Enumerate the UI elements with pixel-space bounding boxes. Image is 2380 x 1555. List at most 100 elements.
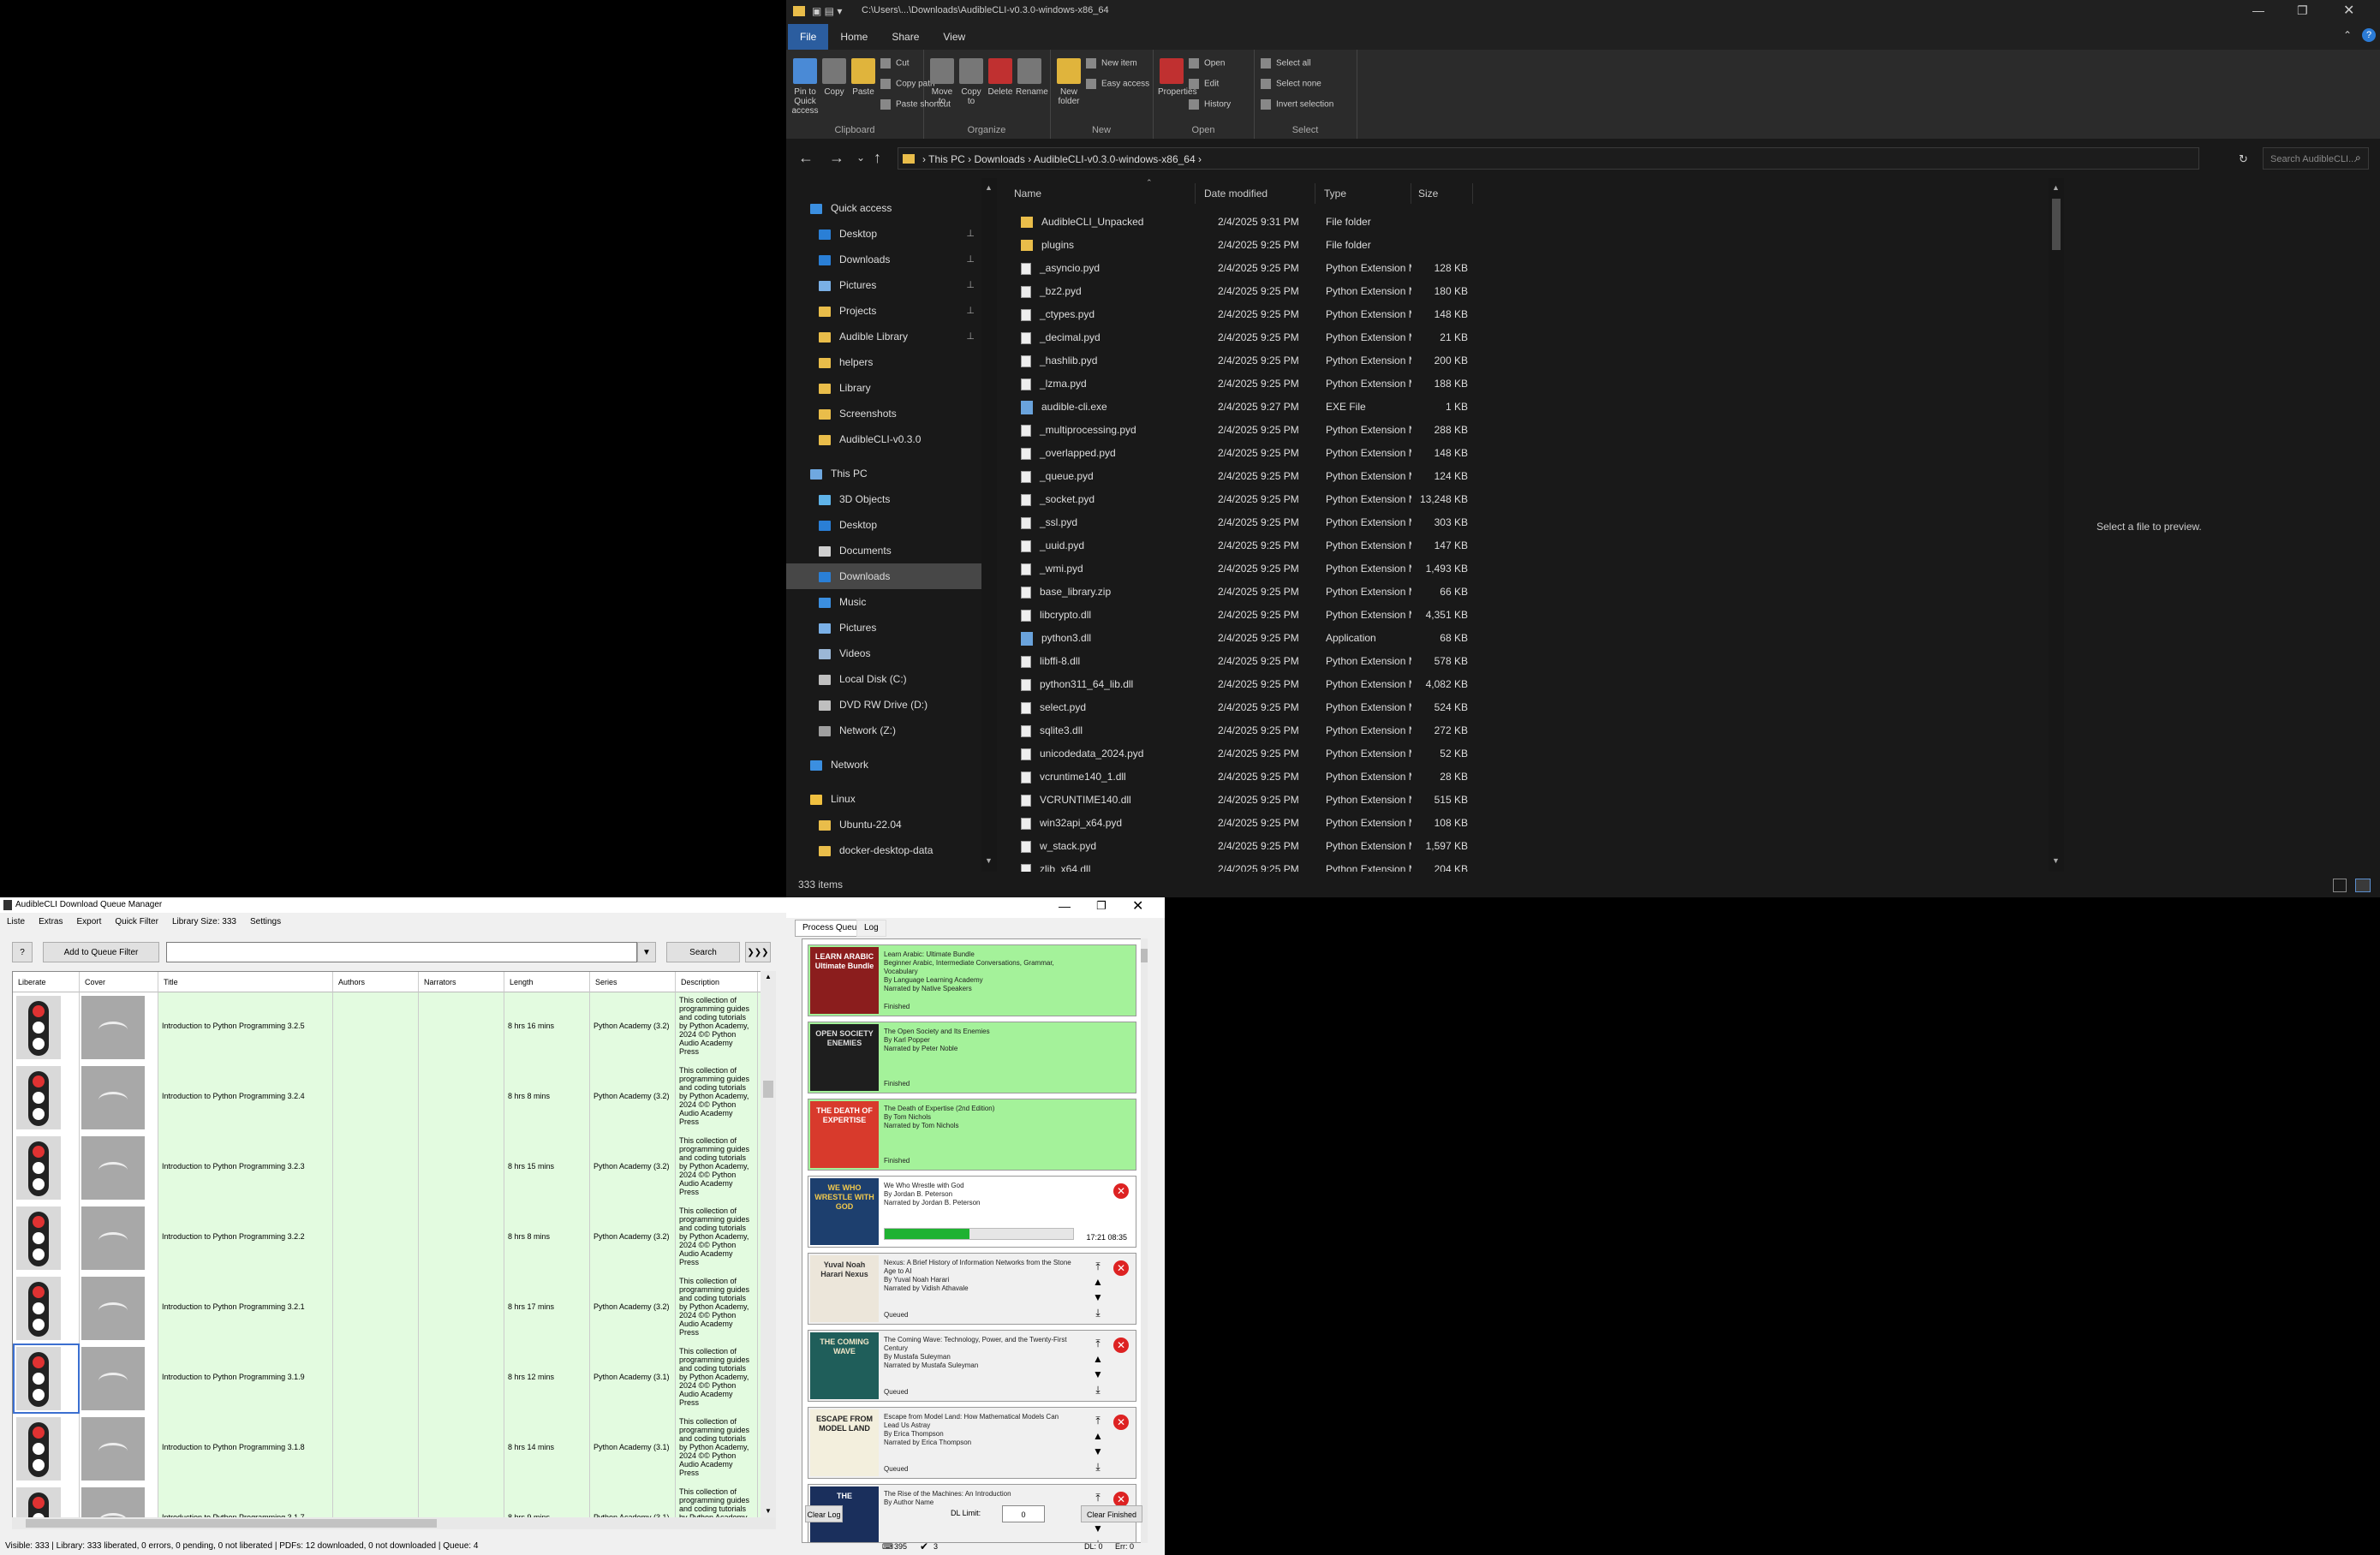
ribbon-small-button[interactable]: Invert selection xyxy=(1261,99,1333,110)
column-header-title[interactable]: Title xyxy=(158,972,333,992)
nav-item-docker-desktop-data[interactable]: docker-desktop-data xyxy=(786,837,981,863)
chevron-up-icon[interactable]: ⌃ xyxy=(2343,29,2352,41)
ribbon-small-button[interactable]: Cut xyxy=(880,58,910,69)
minimize-icon[interactable]: — xyxy=(1059,899,1071,913)
refresh-icon[interactable]: ↻ xyxy=(2239,152,2248,166)
file-row[interactable]: _socket.pyd 2/4/2025 9:25 PM Python Extens… xyxy=(1000,488,1985,511)
file-row[interactable]: _ctypes.pyd 2/4/2025 9:25 PM Python Extens… xyxy=(1000,303,1985,326)
column-header-type[interactable]: Type xyxy=(1317,183,1411,204)
ribbon-button[interactable]: Properties xyxy=(1158,58,1197,97)
nav-item-quick-access[interactable]: Quick access xyxy=(786,195,981,221)
queue-item[interactable]: ESCAPE FROM MODEL LAND Escape from Model … xyxy=(808,1407,1136,1479)
liberate-status-icon[interactable] xyxy=(16,1417,61,1481)
ribbon-tab-home[interactable]: Home xyxy=(828,24,880,50)
ribbon-button[interactable]: Copy to xyxy=(957,58,985,106)
clear-finished-button[interactable]: Clear Finished xyxy=(1081,1505,1142,1522)
file-row[interactable]: _ssl.pyd 2/4/2025 9:25 PM Python Extension… xyxy=(1000,511,1985,534)
move-down-icon[interactable]: ▼ xyxy=(1089,1290,1106,1305)
file-row[interactable]: zlib_x64.dll 2/4/2025 9:25 PM Python Exten… xyxy=(1000,858,1985,872)
dl-limit-stepper[interactable]: 0 xyxy=(1002,1505,1045,1522)
liberate-status-icon[interactable] xyxy=(16,1347,61,1410)
cancel-icon[interactable]: ✕ xyxy=(1113,1338,1129,1353)
breadcrumb-item[interactable]: This PC xyxy=(928,153,965,165)
close-icon[interactable]: ✕ xyxy=(1132,897,1143,915)
move-up-icon[interactable]: ▲ xyxy=(1089,1428,1106,1444)
queue-scrollbar[interactable] xyxy=(1141,938,1148,1543)
file-row[interactable]: _decimal.pyd 2/4/2025 9:25 PM Python Exten… xyxy=(1000,326,1985,349)
column-header-date-modified[interactable]: Date modified xyxy=(1197,183,1315,204)
menu-item-extras[interactable]: Extras xyxy=(39,917,63,926)
file-row[interactable]: _asyncio.pyd 2/4/2025 9:25 PM Python Exten… xyxy=(1000,257,1985,280)
help-icon[interactable]: ? xyxy=(2362,28,2376,42)
breadcrumb-item[interactable]: AudibleCLI-v0.3.0-windows-x86_64 xyxy=(1034,153,1196,165)
nav-item-pictures[interactable]: Pictures ⊥ xyxy=(786,272,981,298)
liberate-status-icon[interactable] xyxy=(16,996,61,1059)
menu-item-library-size-333[interactable]: Library Size: 333 xyxy=(172,917,236,926)
move-top-icon[interactable]: ⤒ xyxy=(1089,1336,1106,1351)
ribbon-small-button[interactable]: Open xyxy=(1189,58,1225,69)
file-row[interactable]: w_stack.pyd 2/4/2025 9:25 PM Python Extens… xyxy=(1000,835,1985,858)
ribbon-button[interactable]: Move to xyxy=(928,58,956,106)
add-filter-button[interactable]: Add to Queue Filter xyxy=(43,942,159,962)
close-icon[interactable]: ✕ xyxy=(2343,2,2354,19)
liberate-status-icon[interactable] xyxy=(16,1136,61,1200)
nav-item-network[interactable]: Network xyxy=(786,752,981,778)
table-row[interactable]: Introduction to Python Programming 3.2.5… xyxy=(13,992,775,1063)
column-header-series[interactable]: Series xyxy=(590,972,676,992)
file-row[interactable]: base_library.zip 2/4/2025 9:25 PM Python E… xyxy=(1000,581,1985,604)
nav-item-pictures[interactable]: Pictures xyxy=(786,615,981,640)
nav-item-this-pc[interactable]: This PC xyxy=(786,461,981,486)
ribbon-small-button[interactable]: History xyxy=(1189,99,1231,110)
reorder-controls[interactable]: ⤒▲▼⤓ xyxy=(1089,1336,1106,1397)
reorder-controls[interactable]: ⤒▲▼⤓ xyxy=(1089,1259,1106,1320)
scroll-thumb[interactable] xyxy=(1141,949,1148,962)
ribbon-small-button[interactable]: Edit xyxy=(1189,79,1219,89)
qat-icons[interactable]: ▣ ▤ ▾ xyxy=(812,5,842,17)
minimize-icon[interactable]: — xyxy=(2252,3,2264,17)
reorder-controls[interactable]: ⤒▲▼⤓ xyxy=(1089,1413,1106,1475)
move-top-icon[interactable]: ⤒ xyxy=(1089,1490,1106,1505)
column-header-description[interactable]: Description xyxy=(676,972,758,992)
restore-icon[interactable]: ❐ xyxy=(1096,899,1106,913)
nav-item-projects[interactable]: Projects ⊥ xyxy=(786,298,981,324)
queue-item[interactable]: THE DEATH OF EXPERTISE The Death of Exper… xyxy=(808,1099,1136,1171)
large-icons-view-icon[interactable] xyxy=(2355,879,2371,892)
scroll-thumb[interactable] xyxy=(763,1081,773,1098)
ribbon-tab-share[interactable]: Share xyxy=(880,24,931,50)
file-row[interactable]: select.pyd 2/4/2025 9:25 PM Python Extensi… xyxy=(1000,696,1985,719)
column-header-authors[interactable]: Authors xyxy=(333,972,419,992)
liberate-status-icon[interactable] xyxy=(16,1206,61,1270)
file-row[interactable]: _queue.pyd 2/4/2025 9:25 PM Python Extensi… xyxy=(1000,465,1985,488)
ribbon-small-button[interactable]: Select none xyxy=(1261,79,1321,89)
filter-input[interactable] xyxy=(166,942,637,962)
move-down-icon[interactable]: ▼ xyxy=(1089,1367,1106,1382)
nav-item-music[interactable]: Music xyxy=(786,589,981,615)
search-button[interactable]: Search xyxy=(666,942,740,962)
nav-item-ubuntu-22-04[interactable]: Ubuntu-22.04 xyxy=(786,812,981,837)
nav-item-downloads[interactable]: Downloads xyxy=(786,563,981,589)
file-row[interactable]: vcruntime140_1.dll 2/4/2025 9:25 PM Python… xyxy=(1000,766,1985,789)
queue-item[interactable]: OPEN SOCIETY ENEMIES The Open Society and… xyxy=(808,1022,1136,1093)
nav-item-library[interactable]: Library xyxy=(786,375,981,401)
file-row[interactable]: _uuid.pyd 2/4/2025 9:25 PM Python Extensio… xyxy=(1000,534,1985,557)
table-vertical-scrollbar[interactable]: ▲ ▼ xyxy=(761,971,776,1517)
queue-item[interactable]: Yuval Noah Harari Nexus Nexus: A Brief Hi… xyxy=(808,1253,1136,1325)
forward-icon[interactable]: → xyxy=(829,149,844,166)
menu-item-liste[interactable]: Liste xyxy=(7,917,25,926)
nav-item-documents[interactable]: Documents xyxy=(786,538,981,563)
table-row[interactable]: Introduction to Python Programming 3.1.8… xyxy=(13,1414,775,1485)
file-row[interactable]: _overlapped.pyd 2/4/2025 9:25 PM Python Ex… xyxy=(1000,442,1985,465)
table-row[interactable]: Introduction to Python Programming 3.1.9… xyxy=(13,1343,775,1415)
file-row[interactable]: python311_64_lib.dll 2/4/2025 9:25 PM Pyth… xyxy=(1000,673,1985,696)
file-row[interactable]: libcrypto.dll 2/4/2025 9:25 PM Python Exte… xyxy=(1000,604,1985,627)
move-up-icon[interactable]: ▲ xyxy=(1089,1274,1106,1290)
nav-item-downloads[interactable]: Downloads ⊥ xyxy=(786,247,981,272)
ribbon-tab-view[interactable]: View xyxy=(931,24,977,50)
ribbon-tab-file[interactable]: File xyxy=(788,24,829,50)
file-row[interactable]: win32api_x64.pyd 2/4/2025 9:25 PM Python E… xyxy=(1000,812,1985,835)
details-view-icon[interactable] xyxy=(2333,879,2347,892)
file-row[interactable]: _bz2.pyd 2/4/2025 9:25 PM Python Extension… xyxy=(1000,280,1985,303)
file-row[interactable]: _multiprocessing.pyd 2/4/2025 9:25 PM Pyth… xyxy=(1000,419,1985,442)
liberate-status-icon[interactable] xyxy=(16,1066,61,1129)
queue-item[interactable]: WE WHO WRESTLE WITH GOD We Who Wrestle wi… xyxy=(808,1176,1136,1248)
